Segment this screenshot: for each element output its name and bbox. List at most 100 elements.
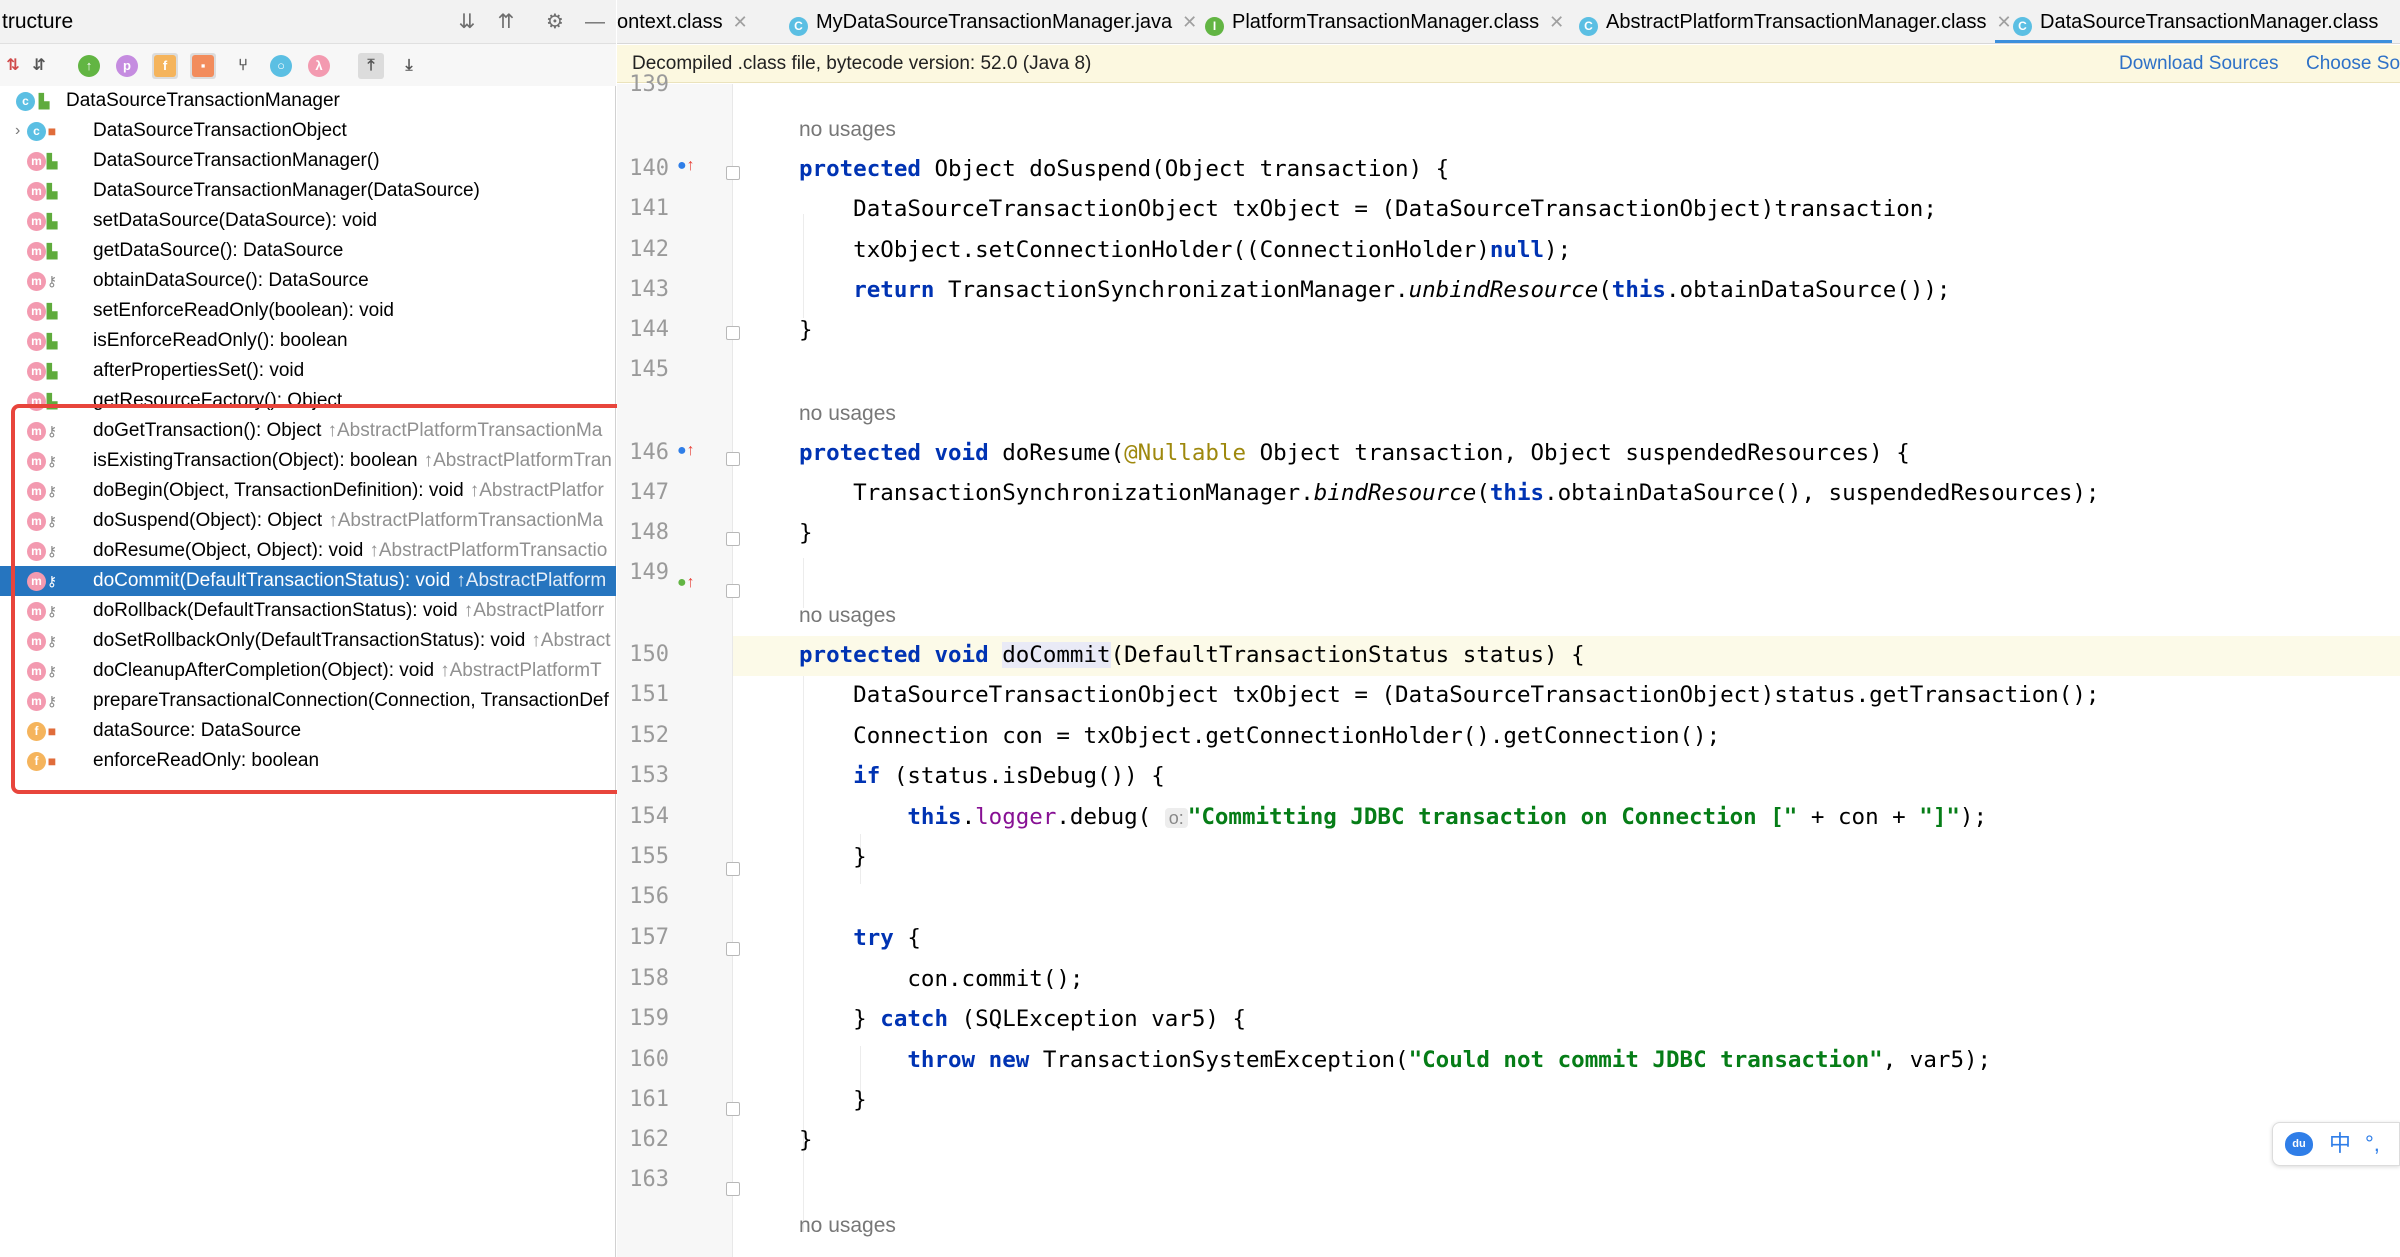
- fold-marker-icon[interactable]: [726, 532, 740, 546]
- editor-tab[interactable]: CDataSourceTransactionManager.class✕: [1995, 0, 2393, 43]
- line-number: 151: [629, 682, 669, 707]
- public-visibility-icon: ▙: [46, 393, 58, 409]
- tree-item[interactable]: m ▙ DataSourceTransactionManager(DataSourc…: [0, 176, 616, 206]
- tree-item[interactable]: › c ■ DataSourceTransactionObject: [0, 116, 616, 146]
- expand-all-icon[interactable]: ⇊: [455, 10, 479, 34]
- tree-item-label: doCleanupAfterCompletion(Object): void: [93, 660, 435, 681]
- usages-hint[interactable]: no usages: [799, 402, 896, 426]
- tree-item[interactable]: m ⚷ doBegin(Object, TransactionDefinition)…: [0, 476, 616, 506]
- minimize-icon[interactable]: —: [583, 10, 607, 34]
- fold-marker-icon[interactable]: [726, 452, 740, 466]
- collapse-all-icon[interactable]: ⇈: [494, 10, 518, 34]
- lambda-icon[interactable]: λ: [306, 53, 332, 79]
- code-line-160: throw new TransactionSystemException("Co…: [907, 1047, 1992, 1073]
- baidu-ime-icon[interactable]: du: [2285, 1132, 2313, 1156]
- tree-item-label: doBegin(Object, TransactionDefinition): …: [93, 480, 464, 501]
- show-anonymous-icon[interactable]: ⑂: [230, 53, 256, 79]
- method-icon: m: [27, 692, 46, 711]
- line-number: 161: [629, 1087, 669, 1112]
- inherited-from-label: ↑AbstractPlatformTransactionMa: [328, 510, 604, 531]
- tree-item[interactable]: m ⚷ doResume(Object, Object): void ↑Abstrac…: [0, 536, 616, 566]
- choose-sources-link[interactable]: Choose So: [2306, 45, 2400, 83]
- tree-item-label: doSetRollbackOnly(DefaultTransactionStat…: [93, 630, 526, 651]
- editor-tab[interactable]: C MyDataSourceTransactionManager.java ✕: [771, 0, 1211, 43]
- usages-hint[interactable]: no usages: [799, 118, 896, 142]
- tree-item[interactable]: m ⚷ doCommit(DefaultTransactionStatus): vo…: [0, 566, 616, 596]
- tree-item-label: isExistingTransaction(Object): boolean: [93, 450, 418, 471]
- usages-hint[interactable]: no usages: [799, 604, 896, 628]
- implements-method-icon[interactable]: ●↑: [677, 157, 695, 175]
- tree-item[interactable]: m ⚷ doSuspend(Object): Object ↑AbstractPlat…: [0, 506, 616, 536]
- editor-tab[interactable]: C AbstractPlatformTransactionManager.clas…: [1561, 0, 2026, 43]
- implements-method-icon[interactable]: ●↑: [677, 574, 695, 592]
- download-sources-link[interactable]: Download Sources: [2119, 45, 2278, 83]
- method-icon: m: [27, 392, 46, 411]
- ime-toolbar[interactable]: du 中 °,: [2272, 1122, 2400, 1166]
- gear-icon[interactable]: ⚙: [543, 10, 567, 34]
- field-icon: f: [27, 722, 46, 741]
- line-number: 145: [629, 357, 669, 382]
- method-icon: m: [27, 512, 46, 531]
- tree-item[interactable]: m ▙ setEnforceReadOnly(boolean): void: [0, 296, 616, 326]
- tree-item[interactable]: m ⚷ isExistingTransaction(Object): boolean…: [0, 446, 616, 476]
- tree-item[interactable]: m ⚷ doGetTransaction(): Object ↑AbstractPla…: [0, 416, 616, 446]
- tree-item[interactable]: m ▙ afterPropertiesSet(): void: [0, 356, 616, 386]
- tree-item[interactable]: m ▙ isEnforceReadOnly(): boolean: [0, 326, 616, 356]
- close-tab-icon[interactable]: ✕: [733, 12, 748, 32]
- fold-marker-icon[interactable]: [726, 862, 740, 876]
- show-inherited-icon[interactable]: ↑: [76, 53, 102, 79]
- ime-punctuation-toggle[interactable]: °,: [2365, 1123, 2380, 1165]
- sort-by-visibility-icon[interactable]: ⇅: [0, 53, 26, 79]
- code-area[interactable]: 139 140 141 142 143 144 145 146 147 148 149 150 151 1…: [617, 72, 2400, 1257]
- tree-item-label: isEnforceReadOnly(): boolean: [93, 330, 348, 351]
- structure-header: tructure ⇊ ⇈ ⚙ —: [0, 0, 616, 44]
- show-properties-icon[interactable]: p: [114, 53, 140, 79]
- show-lambdas-icon[interactable]: ○: [268, 53, 294, 79]
- parameter-hint: o:: [1164, 808, 1188, 828]
- fold-marker-icon[interactable]: [726, 326, 740, 340]
- private-visibility-icon: ■: [47, 753, 57, 769]
- method-icon: m: [27, 272, 46, 291]
- autoscroll-to-source-icon[interactable]: ⤒: [358, 53, 384, 79]
- protected-visibility-icon: ⚷: [46, 273, 58, 289]
- tree-item[interactable]: f ■ enforceReadOnly: boolean: [0, 746, 616, 776]
- editor-tab[interactable]: ontext.class ✕: [617, 0, 762, 43]
- line-number: 158: [629, 966, 669, 991]
- fold-marker-icon[interactable]: [726, 1182, 740, 1196]
- ime-language-toggle[interactable]: 中: [2329, 1123, 2351, 1165]
- tree-item-label: DataSourceTransactionObject: [93, 120, 347, 141]
- fold-marker-icon[interactable]: [726, 1102, 740, 1116]
- inherited-from-label: ↑AbstractPlatformTransactionMa: [327, 420, 603, 441]
- fold-marker-icon[interactable]: [726, 942, 740, 956]
- tree-item[interactable]: m ⚷ prepareTransactionalConnection(Connect…: [0, 686, 616, 716]
- implements-method-icon[interactable]: ●↑: [677, 442, 695, 460]
- method-icon: m: [27, 332, 46, 351]
- tree-item[interactable]: m ⚷ doRollback(DefaultTransactionStatus): …: [0, 596, 616, 626]
- tree-item-label: obtainDataSource(): DataSource: [93, 270, 369, 291]
- editor-tab[interactable]: I PlatformTransactionManager.class ✕: [1187, 0, 1578, 43]
- line-number: 149: [629, 560, 669, 585]
- usages-hint[interactable]: no usages: [799, 1214, 896, 1238]
- code-line-157: try {: [853, 925, 921, 951]
- tree-item[interactable]: m ▙ DataSourceTransactionManager(): [0, 146, 616, 176]
- autoscroll-from-source-icon[interactable]: ⤓: [396, 53, 422, 79]
- tree-item[interactable]: m ⚷ obtainDataSource(): DataSource: [0, 266, 616, 296]
- method-icon: m: [27, 182, 46, 201]
- tree-item[interactable]: m ⚷ doSetRollbackOnly(DefaultTransactionSt…: [0, 626, 616, 656]
- fold-marker-icon[interactable]: [726, 584, 740, 598]
- sort-alphabetically-icon[interactable]: ⇵: [26, 53, 52, 79]
- tree-item[interactable]: m ▙ setDataSource(DataSource): void: [0, 206, 616, 236]
- show-non-public-icon[interactable]: ▪: [190, 53, 216, 79]
- inherited-from-label: ↑AbstractPlatforr: [463, 600, 605, 621]
- show-fields-icon[interactable]: f: [152, 53, 178, 79]
- tree-item[interactable]: f ■ dataSource: DataSource: [0, 716, 616, 746]
- fold-marker-icon[interactable]: [726, 166, 740, 180]
- tree-item[interactable]: m ▙ getResourceFactory(): Object: [0, 386, 616, 416]
- tree-item[interactable]: m ▙ getDataSource(): DataSource: [0, 236, 616, 266]
- field-icon: f: [27, 752, 46, 771]
- code-line-142: txObject.setConnectionHolder((Connection…: [799, 237, 1572, 263]
- line-number: 146: [629, 440, 669, 465]
- tree-item[interactable]: c ▙ DataSourceTransactionManager: [0, 86, 616, 116]
- tree-item[interactable]: m ⚷ doCleanupAfterCompletion(Object): void…: [0, 656, 616, 686]
- structure-tree: c ▙ DataSourceTransactionManager › c ■ DataSou…: [0, 86, 616, 776]
